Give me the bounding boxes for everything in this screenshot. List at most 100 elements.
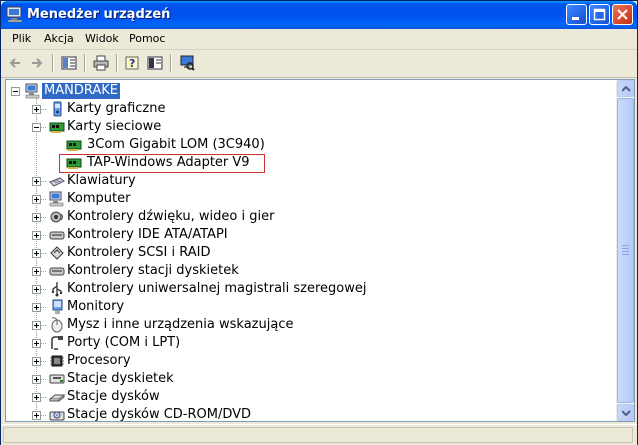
tree-node[interactable]: Klawiatury — [6, 172, 618, 190]
properties-icon — [147, 56, 163, 70]
chevron-up-icon — [622, 86, 631, 92]
tree-node-label: Karty graficzne — [67, 101, 166, 116]
monitor-icon — [49, 299, 65, 315]
expand-toggle[interactable] — [32, 195, 41, 204]
tree-node[interactable]: Stacje dyskietek — [6, 370, 618, 388]
computer-icon — [25, 83, 41, 99]
mouse-icon — [49, 317, 65, 333]
highlight-box — [59, 154, 265, 173]
disk-drive-icon — [48, 389, 66, 405]
expand-toggle[interactable] — [32, 231, 41, 240]
print-button[interactable] — [90, 53, 112, 73]
expand-toggle[interactable] — [32, 267, 41, 276]
tree-node-label: Stacje dyskietek — [67, 371, 174, 386]
maximize-button[interactable] — [589, 4, 610, 25]
tree-node[interactable]: Mysz i inne urządzenia wskazujące — [6, 316, 618, 334]
device-tree-panel[interactable]: MANDRAKE Karty graficzne Karty sieciowe 3Co… — [5, 79, 635, 422]
tree-node[interactable]: Kontrolery SCSI i RAID — [6, 244, 618, 262]
expand-toggle[interactable] — [32, 285, 41, 294]
minimize-button[interactable] — [566, 4, 587, 25]
expand-toggle[interactable] — [32, 393, 41, 402]
expand-toggle[interactable] — [32, 105, 41, 114]
tree-node[interactable]: Kontrolery IDE ATA/ATAPI — [6, 226, 618, 244]
expand-toggle[interactable] — [32, 339, 41, 348]
title-bar[interactable]: Menedżer urządzeń — [1, 1, 637, 29]
toolbar-separator — [170, 54, 172, 72]
cdrom-icon — [49, 407, 65, 421]
expand-toggle[interactable] — [32, 411, 41, 420]
close-button[interactable] — [612, 4, 633, 25]
expand-toggle[interactable] — [32, 321, 41, 330]
tree-node-label: Kontrolery IDE ATA/ATAPI — [67, 227, 228, 242]
device-manager-window: Menedżer urządzeń Plik Akcja Widok Pomoc — [0, 0, 638, 445]
tree-node[interactable]: Stacje dysków — [6, 388, 618, 406]
scan-hardware-button[interactable] — [176, 53, 198, 73]
computer-icon — [49, 191, 65, 207]
expand-toggle[interactable] — [32, 357, 41, 366]
properties-button[interactable] — [144, 53, 166, 73]
tree-child-node[interactable]: 3Com Gigabit LOM (3C940) — [6, 136, 618, 154]
toolbar-separator — [52, 54, 54, 72]
tree-root-label: MANDRAKE — [42, 83, 120, 99]
computer-icon — [6, 6, 24, 23]
menu-view[interactable]: Widok — [85, 32, 119, 45]
tree-node-label: Kontrolery SCSI i RAID — [67, 245, 211, 260]
floppy-controller-icon — [49, 263, 65, 279]
tree-node-label: Karty sieciowe — [67, 119, 162, 134]
scrollbar-thumb[interactable] — [617, 98, 634, 403]
status-bar — [1, 424, 637, 445]
help-icon: ? — [125, 56, 139, 70]
tree-root[interactable]: MANDRAKE — [6, 82, 618, 100]
expand-toggle[interactable] — [32, 249, 41, 258]
maximize-icon — [593, 8, 606, 21]
tree-node[interactable]: Kontrolery uniwersalnej magistrali szere… — [6, 280, 618, 298]
tree-node[interactable]: Komputer — [6, 190, 618, 208]
ide-controller-icon — [49, 227, 65, 243]
tree-node[interactable]: Karty graficzne — [6, 100, 618, 118]
expand-toggle[interactable] — [32, 177, 41, 186]
menu-file[interactable]: Plik — [12, 32, 31, 45]
expand-toggle[interactable] — [32, 213, 41, 222]
tree-node[interactable]: Stacje dysków CD-ROM/DVD — [6, 406, 618, 422]
status-pane — [3, 427, 633, 443]
device-tree: MANDRAKE Karty graficzne Karty sieciowe 3Co… — [6, 80, 618, 421]
forward-button[interactable] — [26, 53, 48, 73]
tree-node-label: Stacje dysków CD-ROM/DVD — [67, 407, 252, 422]
keyboard-icon — [49, 173, 65, 189]
toolbar: ? — [1, 50, 637, 78]
tree-node[interactable]: Procesory — [6, 352, 618, 370]
chevron-down-icon — [622, 410, 631, 416]
menu-action[interactable]: Akcja — [44, 32, 74, 45]
tree-node-label: Stacje dysków — [67, 389, 160, 404]
floppy-drive-icon — [49, 371, 65, 387]
vertical-scrollbar[interactable] — [616, 80, 634, 421]
back-button[interactable] — [4, 53, 26, 73]
print-icon — [93, 55, 109, 71]
help-button[interactable]: ? — [122, 53, 144, 73]
tree-node-label: Monitory — [67, 299, 125, 314]
menu-help[interactable]: Pomoc — [129, 32, 165, 45]
back-arrow-icon — [9, 58, 20, 68]
processor-icon — [49, 353, 65, 369]
tree-node[interactable]: Kontrolery stacji dyskietek — [6, 262, 618, 280]
tree-node-label: Komputer — [67, 191, 131, 206]
collapse-toggle[interactable] — [11, 87, 20, 96]
tree-node-label: Kontrolery uniwersalnej magistrali szere… — [67, 281, 367, 296]
port-icon — [49, 335, 65, 351]
collapse-toggle[interactable] — [32, 123, 41, 132]
tree-node-label: Klawiatury — [67, 173, 136, 188]
tree-node-label: Kontrolery stacji dyskietek — [67, 263, 239, 278]
tree-node[interactable]: Porty (COM i LPT) — [6, 334, 618, 352]
show-hide-tree-button[interactable] — [58, 53, 80, 73]
tree-node[interactable]: Kontrolery dźwięku, wideo i gier — [6, 208, 618, 226]
tree-node[interactable]: Karty sieciowe — [6, 118, 618, 136]
expand-toggle[interactable] — [32, 375, 41, 384]
scroll-down-button[interactable] — [617, 404, 634, 421]
close-icon — [617, 9, 628, 20]
menu-bar: Plik Akcja Widok Pomoc — [1, 29, 637, 50]
tree-node[interactable]: Monitory — [6, 298, 618, 316]
expand-toggle[interactable] — [32, 303, 41, 312]
network-card-icon — [49, 119, 65, 135]
scroll-up-button[interactable] — [617, 80, 634, 97]
show-hide-tree-icon — [61, 56, 77, 70]
